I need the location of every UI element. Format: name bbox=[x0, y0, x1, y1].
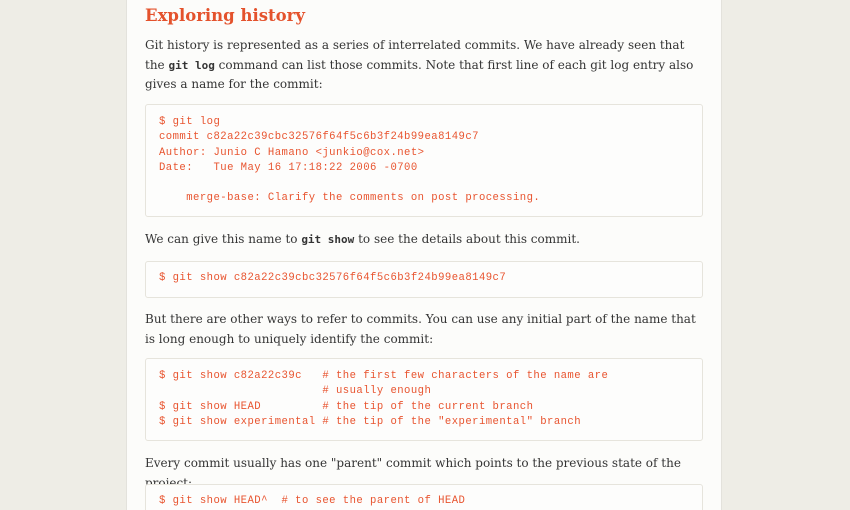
page-column: Exploring history Git history is represe… bbox=[126, 0, 722, 510]
paragraph-text: command can list those commits. Note tha… bbox=[145, 57, 694, 92]
code-text: $ git log commit c82a22c39cbc32576f64f5c… bbox=[159, 116, 541, 205]
code-block-head-parent: $ git show HEAD^ # to see the parent of … bbox=[145, 484, 703, 510]
code-text: $ git show c82a22c39cbc32576f64f5c6b3f24… bbox=[159, 272, 507, 284]
paragraph-text: to see the details about this commit. bbox=[354, 232, 580, 246]
code-block-git-log: $ git log commit c82a22c39cbc32576f64f5c… bbox=[145, 104, 703, 217]
paragraph-git-show: We can give this name to git show to see… bbox=[145, 230, 701, 250]
code-block-git-show: $ git show c82a22c39cbc32576f64f5c6b3f24… bbox=[145, 261, 703, 298]
code-block-commit-refs: $ git show c82a22c39c # the first few ch… bbox=[145, 358, 703, 441]
code-text: $ git show c82a22c39c # the first few ch… bbox=[159, 370, 609, 428]
paragraph-git-history: Git history is represented as a series o… bbox=[145, 36, 701, 95]
inline-code-git-log: git log bbox=[168, 58, 215, 72]
code-text: $ git show HEAD^ # to see the parent of … bbox=[159, 495, 466, 507]
section-heading: Exploring history bbox=[145, 6, 305, 25]
paragraph-text: We can give this name to bbox=[145, 232, 302, 246]
paragraph-refer-commits: But there are other ways to refer to com… bbox=[145, 312, 696, 346]
inline-code-git-show: git show bbox=[301, 233, 355, 246]
